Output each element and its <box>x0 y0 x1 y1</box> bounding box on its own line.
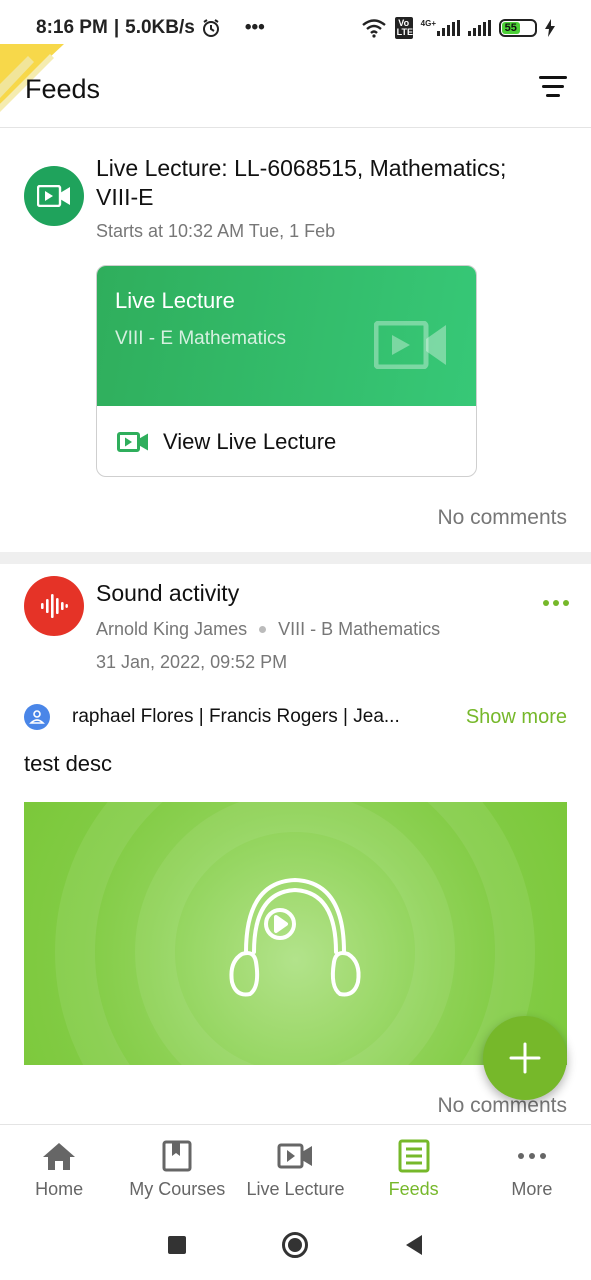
signal-icon-2 <box>468 20 491 36</box>
headphones-icon <box>55 802 535 1065</box>
alarm-icon <box>202 19 219 37</box>
more-options-button[interactable] <box>543 600 569 606</box>
video-camera-watermark-icon <box>374 321 446 369</box>
add-feed-button[interactable] <box>483 1016 567 1100</box>
sound-activity-avatar <box>24 576 84 636</box>
status-time: 8:16 PM <box>36 17 108 38</box>
feed-item-live-lecture: Live Lecture: LL-6068515, Mathematics; V… <box>0 128 591 552</box>
filter-icon-line <box>542 85 564 88</box>
nav-label: More <box>511 1179 553 1199</box>
recipients-list: raphael Flores | Francis Rogers | Jea... <box>72 706 400 727</box>
home-icon <box>41 1139 77 1173</box>
video-icon <box>277 1139 313 1173</box>
feed-date: 31 Jan, 2022, 09:52 PM <box>96 652 288 672</box>
person-icon <box>24 704 50 730</box>
feed-meta: Arnold King James VIII - B Mathematics <box>96 619 440 640</box>
nav-label: Home <box>35 1179 84 1199</box>
feed-start-time: Starts at 10:32 AM Tue, 1 Feb <box>96 221 336 241</box>
bottom-nav: Home My Courses Live Lecture Feeds More <box>0 1124 591 1210</box>
view-live-lecture-label: View Live Lecture <box>163 429 337 454</box>
feed-title: Live Lecture: LL-6068515, Mathematics; V… <box>96 155 507 210</box>
back-button[interactable] <box>404 1234 424 1256</box>
signal-icon <box>437 20 460 36</box>
video-camera-icon <box>37 185 70 207</box>
nav-label: Live Lecture <box>246 1179 345 1199</box>
recipients-row: raphael Flores | Francis Rogers | Jea...… <box>24 702 567 732</box>
charging-icon <box>545 19 555 37</box>
filter-button[interactable] <box>537 74 567 100</box>
live-lecture-card-header: Live Lecture VIII - E Mathematics <box>97 266 476 406</box>
page-title: Feeds <box>25 74 101 104</box>
feed-title: Sound activity <box>96 580 240 606</box>
more-icon <box>514 1139 550 1173</box>
status-more: ••• <box>244 17 265 38</box>
nav-label: Feeds <box>388 1179 439 1199</box>
sound-activity-banner[interactable] <box>24 802 567 1065</box>
recent-apps-button[interactable] <box>167 1236 186 1254</box>
plus-icon <box>509 1042 541 1074</box>
nav-my-courses[interactable]: My Courses <box>118 1125 236 1210</box>
filter-icon-line <box>539 76 567 79</box>
status-speed: 5.0KB/s <box>125 17 195 38</box>
sound-wave-icon <box>41 594 68 618</box>
feed-author: Arnold King James <box>96 619 248 639</box>
view-live-lecture-link[interactable]: View Live Lecture <box>97 406 476 476</box>
wifi-icon <box>361 19 386 38</box>
video-camera-icon <box>117 432 148 452</box>
live-lecture-avatar <box>24 166 84 226</box>
nav-live-lecture[interactable]: Live Lecture <box>236 1125 354 1210</box>
nav-label: My Courses <box>129 1179 226 1199</box>
battery-icon: 55 <box>499 19 537 37</box>
book-icon <box>159 1139 195 1173</box>
live-lecture-card-subtitle: VIII - E Mathematics <box>115 328 287 349</box>
feeds-icon <box>396 1139 432 1173</box>
app-header: Feeds <box>0 44 591 128</box>
system-nav-bar <box>0 1210 591 1280</box>
show-more-link[interactable]: Show more <box>466 706 567 729</box>
comments-count[interactable]: No comments <box>437 506 567 530</box>
meta-separator-dot <box>259 626 267 633</box>
comments-count[interactable]: No comments <box>437 1094 567 1118</box>
home-system-button[interactable] <box>281 1232 308 1258</box>
feed-class: VIII - B Mathematics <box>278 619 441 639</box>
live-lecture-card-title: Live Lecture <box>115 288 235 313</box>
network-type: 4G+ <box>420 19 436 28</box>
status-separator: | <box>113 17 120 38</box>
feed-divider <box>0 552 591 564</box>
nav-feeds[interactable]: Feeds <box>355 1125 473 1210</box>
live-lecture-card[interactable]: Live Lecture VIII - E Mathematics View L… <box>96 265 477 477</box>
feed-description: test desc <box>24 751 113 776</box>
filter-icon-line <box>546 94 560 97</box>
volte-icon: Vo LTE <box>394 17 413 39</box>
nav-home[interactable]: Home <box>0 1125 118 1210</box>
nav-more[interactable]: More <box>473 1125 591 1210</box>
